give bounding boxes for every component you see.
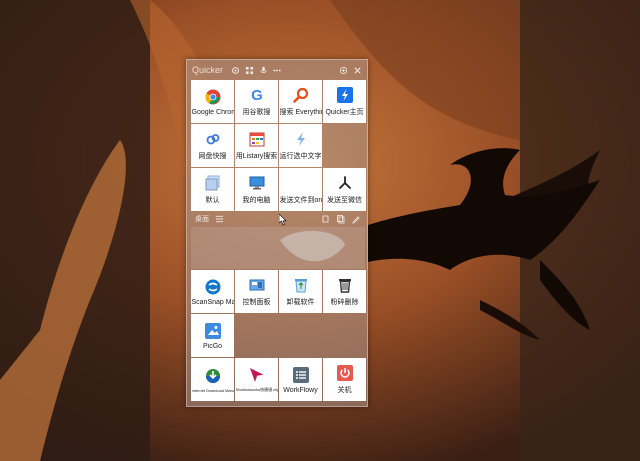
quicker-panel: Quicker Google Chrome G 用谷歌搜 搜索 EverythingQ… <box>186 59 368 407</box>
control-panel-icon <box>248 276 266 294</box>
action-button[interactable]: PicGo <box>191 314 234 357</box>
action-button[interactable]: 运行选中文字 <box>279 124 322 167</box>
mouse-cursor-icon <box>279 214 287 226</box>
close-icon[interactable] <box>352 65 362 75</box>
title-bar: Quicker <box>187 60 367 80</box>
action-button[interactable]: 发送文件到onedrive <box>279 168 322 211</box>
google-icon: G <box>248 86 266 104</box>
action-label: WorkFlowy <box>283 386 318 394</box>
action-label: 用Listary搜索 <box>235 153 278 160</box>
idm-icon <box>204 367 222 385</box>
action-button[interactable]: 我的电脑 <box>235 168 278 211</box>
section-header: 桌面 <box>191 211 365 227</box>
action-button[interactable]: Google Chrome <box>191 80 234 123</box>
workflowy-icon <box>292 366 310 384</box>
action-label: Internet Download Manager <box>191 387 234 393</box>
action-button[interactable]: 网盘快搜 <box>191 124 234 167</box>
mic-icon[interactable] <box>258 65 268 75</box>
settings-icon[interactable] <box>230 65 240 75</box>
top-action-grid: Google Chrome G 用谷歌搜 搜索 EverythingQuicker主页… <box>191 80 366 211</box>
shadowsocks-icon <box>248 366 266 384</box>
everything-search-icon <box>292 86 310 104</box>
trash-icon <box>336 276 354 294</box>
listary-icon <box>248 130 266 148</box>
action-button[interactable]: 搜索 Everything <box>279 80 322 123</box>
action-label: Quicker主页 <box>325 109 364 116</box>
pin-icon[interactable] <box>338 65 348 75</box>
section-title: 桌面 <box>195 216 209 223</box>
action-button[interactable]: 卸载软件 <box>279 270 322 313</box>
picgo-icon <box>204 322 222 340</box>
action-label: ScanSnap Manager <box>191 298 234 306</box>
copy-icon[interactable] <box>322 215 331 224</box>
onedrive-icon <box>292 174 310 192</box>
action-label: 运行选中文字 <box>279 153 322 160</box>
action-label: 用谷歌搜 <box>242 109 271 116</box>
desktop-action-grid: ScanSnap Manager 控制面板 卸载软件 粉碎删除 PicGo Interne… <box>191 270 366 401</box>
action-button[interactable]: G 用谷歌搜 <box>235 80 278 123</box>
empty-slot <box>235 314 278 357</box>
desktop-drop-area <box>191 227 365 269</box>
action-label: PicGo <box>202 342 223 350</box>
action-label: 关机 <box>337 387 352 394</box>
action-label: 发送至微信 <box>327 197 362 204</box>
recycle-icon <box>292 276 310 294</box>
action-label: 网盘快搜 <box>198 153 227 160</box>
action-button[interactable]: 粉碎删除 <box>323 270 366 313</box>
empty-slot <box>323 314 366 357</box>
run-lightning-icon <box>292 130 310 148</box>
action-button[interactable]: ScanSnap Manager <box>191 270 234 313</box>
quicker-icon <box>336 86 354 104</box>
action-button[interactable]: 用Listary搜索 <box>235 124 278 167</box>
action-button[interactable]: WorkFlowy <box>279 358 322 401</box>
action-button[interactable]: Internet Download Manager <box>191 358 234 401</box>
empty-slot <box>279 314 322 357</box>
scansnap-icon <box>204 278 222 296</box>
action-label: 默认 <box>205 197 220 204</box>
power-icon <box>336 364 354 382</box>
cloud-search-icon <box>204 130 222 148</box>
action-label: 我的电脑 <box>242 197 271 204</box>
action-button[interactable]: 发送至微信 <box>323 168 366 211</box>
default-folder-icon <box>204 174 222 192</box>
action-button[interactable]: Quicker主页 <box>323 80 366 123</box>
menu-icon[interactable] <box>215 215 224 224</box>
computer-icon <box>248 174 266 192</box>
action-label: 控制面板 <box>242 299 271 306</box>
wechat-send-icon <box>336 174 354 192</box>
more-icon[interactable] <box>272 65 282 75</box>
action-button[interactable]: Shadowsocks快捷键 clipboard <box>235 358 278 401</box>
svg-text:G: G <box>251 87 263 103</box>
edit-icon[interactable] <box>352 215 361 224</box>
action-label: 搜索 Everything <box>279 109 322 116</box>
grid-icon[interactable] <box>244 65 254 75</box>
action-button[interactable]: 关机 <box>323 358 366 401</box>
action-button[interactable]: 控制面板 <box>235 270 278 313</box>
paste-icon[interactable] <box>337 214 346 224</box>
chrome-icon <box>204 88 222 106</box>
action-label: Google Chrome <box>191 108 234 116</box>
empty-slot <box>323 124 366 167</box>
action-label: 粉碎删除 <box>330 299 359 306</box>
action-label: 发送文件到onedrive <box>279 197 322 204</box>
window-title: Quicker <box>192 65 224 75</box>
action-label: Shadowsocks快捷键 clipboard <box>235 387 278 392</box>
action-label: 卸载软件 <box>286 299 315 306</box>
action-button[interactable]: 默认 <box>191 168 234 211</box>
